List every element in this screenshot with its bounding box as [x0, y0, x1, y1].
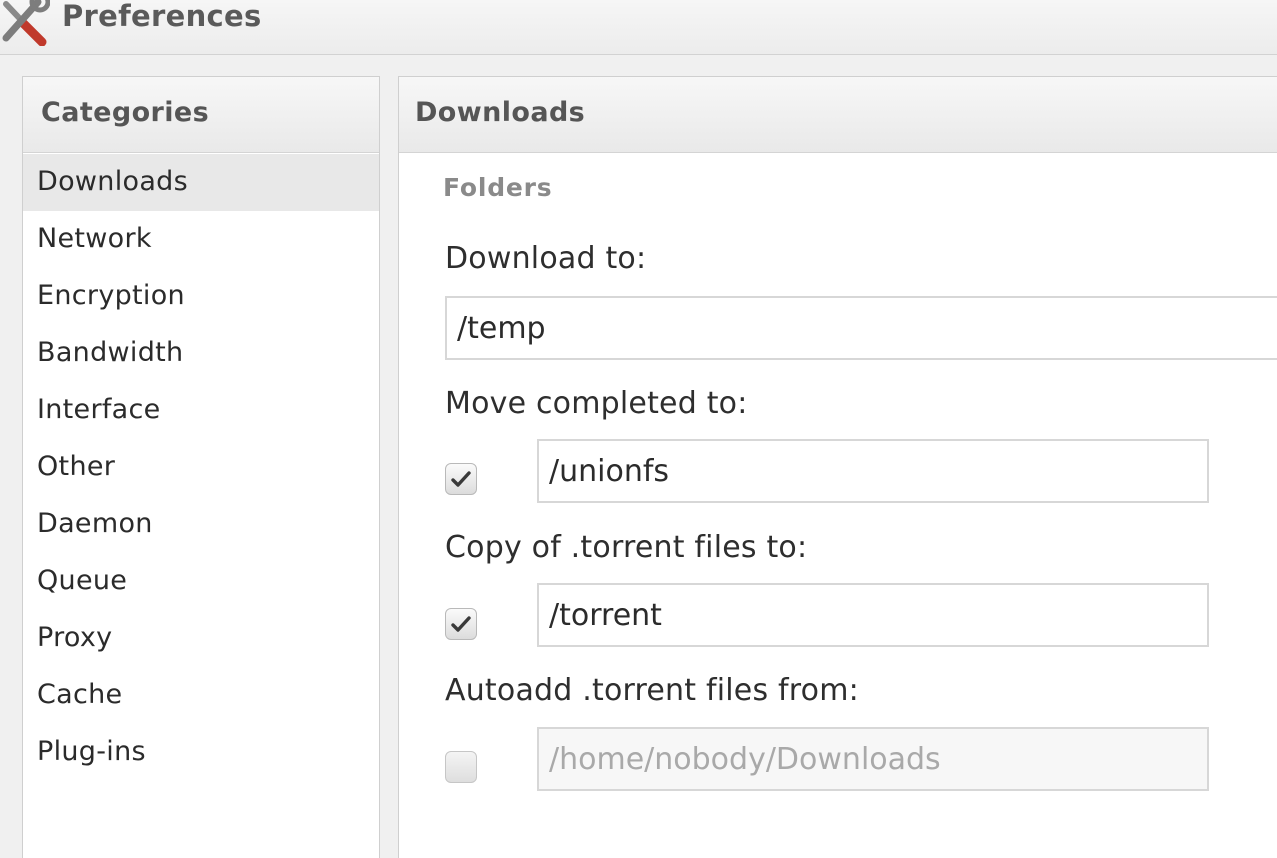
checkmark-icon	[451, 616, 471, 632]
categories-header: Categories	[23, 77, 379, 153]
autoadd-label: Autoadd .torrent files from:	[445, 673, 859, 708]
folders-section-title: Folders	[443, 173, 553, 202]
copy-torrent-label: Copy of .torrent files to:	[445, 530, 808, 565]
category-item-bandwidth[interactable]: Bandwidth	[23, 325, 379, 382]
move-completed-label: Move completed to:	[445, 386, 748, 421]
category-item-other[interactable]: Other	[23, 439, 379, 496]
downloads-header-label: Downloads	[415, 97, 586, 128]
category-item-daemon[interactable]: Daemon	[23, 496, 379, 553]
categories-panel: Categories Downloads Network Encryption …	[22, 76, 380, 858]
window-title: Preferences	[62, 0, 262, 33]
autoadd-input[interactable]	[537, 727, 1209, 791]
categories-header-label: Categories	[41, 97, 210, 128]
preferences-window: Preferences Categories Downloads Network…	[0, 0, 1277, 858]
category-item-encryption[interactable]: Encryption	[23, 268, 379, 325]
copy-torrent-input[interactable]	[537, 583, 1209, 647]
download-to-label: Download to:	[445, 241, 647, 276]
category-item-network[interactable]: Network	[23, 211, 379, 268]
autoadd-checkbox[interactable]	[445, 751, 477, 783]
downloads-header: Downloads	[399, 77, 1277, 153]
category-item-downloads[interactable]: Downloads	[23, 154, 379, 211]
category-item-plug-ins[interactable]: Plug-ins	[23, 724, 379, 781]
category-item-queue[interactable]: Queue	[23, 553, 379, 610]
checkmark-icon	[451, 471, 471, 487]
preferences-tools-icon	[0, 0, 51, 47]
title-bar: Preferences	[0, 0, 1277, 55]
move-completed-checkbox[interactable]	[445, 463, 477, 495]
download-to-input[interactable]	[445, 296, 1277, 360]
downloads-panel: Downloads Folders Download to: Move comp…	[398, 76, 1277, 858]
copy-torrent-checkbox[interactable]	[445, 608, 477, 640]
categories-list: Downloads Network Encryption Bandwidth I…	[23, 154, 379, 781]
category-item-cache[interactable]: Cache	[23, 667, 379, 724]
move-completed-input[interactable]	[537, 439, 1209, 503]
category-item-proxy[interactable]: Proxy	[23, 610, 379, 667]
category-item-interface[interactable]: Interface	[23, 382, 379, 439]
